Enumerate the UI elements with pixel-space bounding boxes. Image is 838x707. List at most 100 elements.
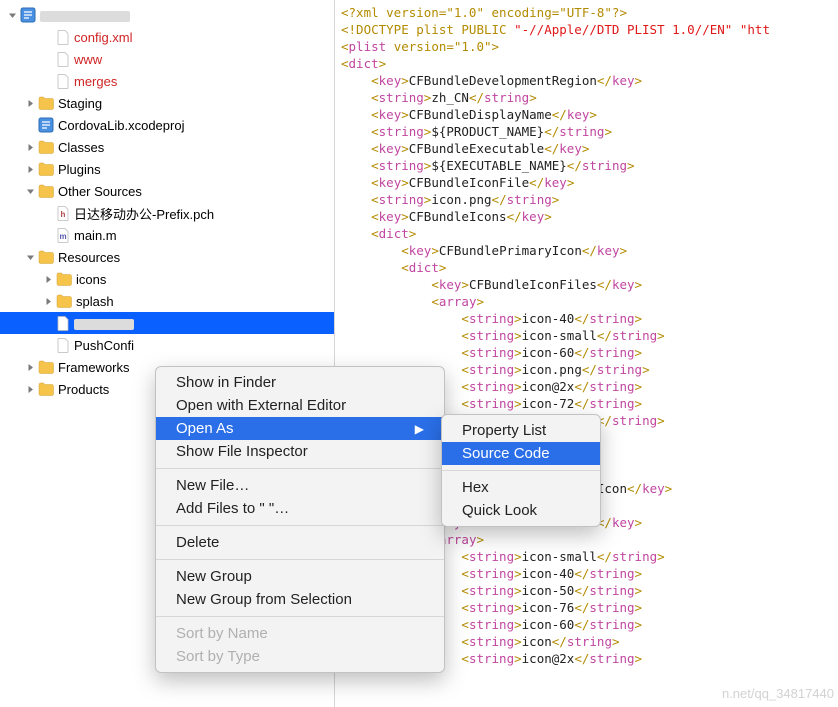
disclosure-right-icon[interactable] — [24, 383, 36, 395]
tree-row[interactable]: Resources — [0, 246, 334, 268]
tree-item-label: Products — [58, 382, 109, 397]
tree-item-label: Resources — [58, 250, 120, 265]
tree-item-label: CordovaLib.xcodeproj — [58, 118, 184, 133]
folder-icon — [38, 161, 54, 177]
folder-icon — [38, 359, 54, 375]
disclosure-spacer — [42, 229, 54, 241]
tree-item-label: Staging — [58, 96, 102, 111]
disclosure-spacer — [42, 53, 54, 65]
disclosure-spacer — [24, 119, 36, 131]
menu-separator — [156, 525, 444, 526]
disclosure-right-icon[interactable] — [42, 295, 54, 307]
menu-item[interactable]: Property List — [442, 419, 600, 442]
folder-icon — [56, 293, 72, 309]
tree-row[interactable]: mmain.m — [0, 224, 334, 246]
tree-item-label: www — [74, 52, 102, 67]
menu-item-label: New Group from Selection — [176, 591, 352, 608]
tree-row[interactable]: Staging — [0, 92, 334, 114]
menu-item[interactable]: Show in Finder — [156, 371, 444, 394]
menu-item[interactable]: Source Code — [442, 442, 600, 465]
folder-icon — [38, 139, 54, 155]
folder-icon — [38, 95, 54, 111]
tree-item-label: PushConfi — [74, 338, 134, 353]
disclosure-spacer — [42, 207, 54, 219]
menu-item[interactable]: New Group — [156, 565, 444, 588]
tree-row[interactable]: merges — [0, 70, 334, 92]
menu-item-label: Source Code — [462, 445, 550, 462]
svg-text:h: h — [61, 210, 66, 219]
tree-row[interactable]: www — [0, 48, 334, 70]
disclosure-down-icon[interactable] — [24, 251, 36, 263]
tree-row[interactable]: Classes — [0, 136, 334, 158]
menu-item: Sort by Name — [156, 622, 444, 645]
menu-item-label: New File… — [176, 477, 249, 494]
menu-item-label: Quick Look — [462, 502, 537, 519]
tree-item-label: Other Sources — [58, 184, 142, 199]
menu-item-label: Sort by Name — [176, 625, 268, 642]
tree-item-label: 日达移动办公-Prefix.pch — [74, 204, 214, 223]
tree-row[interactable]: splash — [0, 290, 334, 312]
menu-item-label: Show in Finder — [176, 374, 276, 391]
tree-item-label: config.xml — [74, 30, 133, 45]
menu-item-label: Delete — [176, 534, 219, 551]
tree-row[interactable]: Plugins — [0, 158, 334, 180]
menu-item[interactable]: Quick Look — [442, 499, 600, 522]
menu-item[interactable]: Hex — [442, 476, 600, 499]
menu-item[interactable]: New File… — [156, 474, 444, 497]
file-icon — [56, 337, 70, 353]
tree-row[interactable]: CordovaLib.xcodeproj — [0, 114, 334, 136]
file-icon — [56, 51, 70, 67]
file-icon — [56, 29, 70, 45]
open-as-submenu[interactable]: Property List Source Code Hex Quick Look — [441, 414, 601, 527]
tree-item-label: splash — [76, 294, 114, 309]
menu-item[interactable]: Open As ▶ — [156, 417, 444, 440]
watermark: n.net/qq_34817440 — [722, 686, 834, 701]
menu-item[interactable]: Open with External Editor — [156, 394, 444, 417]
tree-row[interactable]: config.xml — [0, 26, 334, 48]
plist-file-icon — [56, 315, 70, 331]
disclosure-right-icon[interactable] — [24, 361, 36, 373]
m-file-icon: m — [56, 227, 70, 243]
disclosure-right-icon[interactable] — [42, 273, 54, 285]
disclosure-right-icon[interactable] — [24, 97, 36, 109]
header-file-icon: h — [56, 205, 70, 221]
tree-row[interactable]: h 日达移动办公-Prefix.pch — [0, 202, 334, 224]
menu-separator — [156, 616, 444, 617]
menu-item: Sort by Type — [156, 645, 444, 668]
menu-item[interactable]: Add Files to " "… — [156, 497, 444, 520]
context-menu[interactable]: Show in FinderOpen with External EditorO… — [155, 366, 445, 673]
submenu-arrow-icon: ▶ — [415, 422, 424, 436]
disclosure-down-icon[interactable] — [24, 185, 36, 197]
disclosure-down-icon[interactable] — [6, 9, 18, 21]
xcode-project-icon — [38, 117, 54, 133]
svg-text:m: m — [59, 232, 66, 241]
menu-item-label: Show File Inspector — [176, 443, 308, 460]
file-tree: config.xml www merges Staging CordovaLib.xco… — [0, 0, 334, 400]
menu-item-label: New Group — [176, 568, 252, 585]
tree-row[interactable]: Other Sources — [0, 180, 334, 202]
menu-item[interactable]: Show File Inspector — [156, 440, 444, 463]
tree-row[interactable] — [0, 312, 334, 334]
tree-item-label: Plugins — [58, 162, 101, 177]
tree-item-label — [74, 316, 134, 331]
menu-item-label: Sort by Type — [176, 648, 260, 665]
folder-icon — [38, 249, 54, 265]
menu-separator — [442, 470, 600, 471]
menu-separator — [156, 468, 444, 469]
menu-item-label: Property List — [462, 422, 546, 439]
tree-row[interactable] — [0, 4, 334, 26]
menu-item[interactable]: Delete — [156, 531, 444, 554]
disclosure-spacer — [42, 339, 54, 351]
menu-item[interactable]: New Group from Selection — [156, 588, 444, 611]
tree-item-label: icons — [76, 272, 106, 287]
tree-row[interactable]: icons — [0, 268, 334, 290]
menu-item-label: Open As — [176, 420, 234, 437]
disclosure-spacer — [42, 75, 54, 87]
menu-item-label: Add Files to " "… — [176, 500, 289, 517]
tree-row[interactable]: PushConfi — [0, 334, 334, 356]
disclosure-right-icon[interactable] — [24, 163, 36, 175]
menu-separator — [156, 559, 444, 560]
folder-icon — [38, 183, 54, 199]
disclosure-right-icon[interactable] — [24, 141, 36, 153]
folder-icon — [56, 271, 72, 287]
